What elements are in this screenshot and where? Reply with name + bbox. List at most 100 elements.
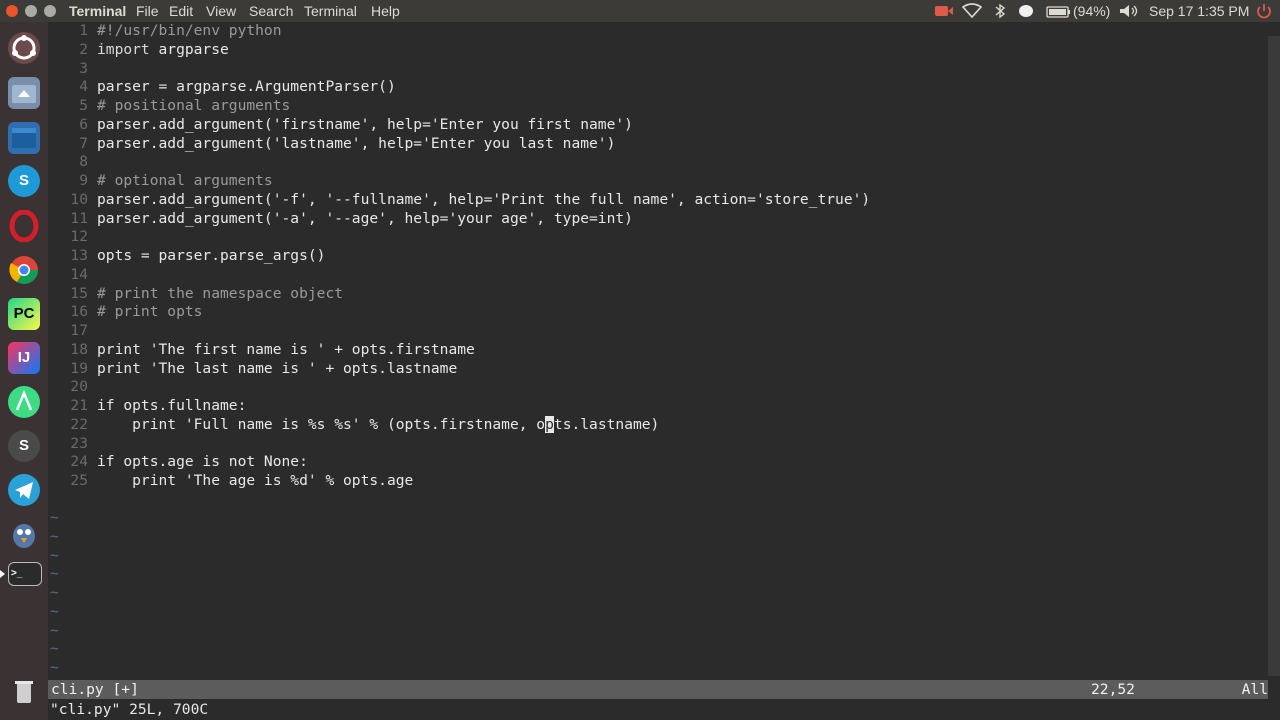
code-line[interactable]: 25 print 'The age is %d' % opts.age: [48, 472, 1260, 491]
code-line[interactable]: 12: [48, 228, 1260, 247]
bluetooth-icon[interactable]: [994, 3, 1006, 22]
code-line[interactable]: 7 parser.add_argument('lastname', help='E…: [48, 135, 1260, 154]
code-token: print 'The first name is ' + opts.firstn…: [97, 340, 475, 358]
code-token: print 'The age is %d' % opts.age: [97, 472, 414, 489]
notification-icon[interactable]: [1018, 4, 1034, 21]
code-token: # print the namespace object: [97, 284, 344, 302]
line-number: 25: [70, 472, 88, 489]
line-number: 18: [70, 340, 88, 358]
line-number: 24: [70, 453, 88, 471]
code-line[interactable]: 1 #!/usr/bin/env python: [48, 22, 1260, 41]
intellij-icon[interactable]: IJ: [8, 342, 40, 374]
chrome-icon[interactable]: [8, 254, 40, 286]
code-token: parser.add_argument('firstname', help='E…: [97, 115, 633, 133]
code-line[interactable]: 13 opts = parser.parse_args(): [48, 247, 1260, 266]
code-line[interactable]: 10 parser.add_argument('-f', '--fullname'…: [48, 191, 1260, 210]
window-maximize-button[interactable]: [44, 5, 56, 17]
line-source: import argparse: [97, 41, 229, 58]
code-line[interactable]: 5 # positional arguments: [48, 97, 1260, 116]
menu-terminal[interactable]: Terminal: [304, 3, 357, 19]
code-token: #!/usr/bin/env python: [97, 22, 282, 39]
active-app-indicator: [0, 570, 5, 578]
line-source: parser.add_argument('-f', '--fullname', …: [97, 191, 870, 208]
s-app-icon[interactable]: S: [8, 430, 40, 462]
code-token: parser.add_argument('-a', '--age', help=…: [97, 209, 633, 227]
code-line[interactable]: 22 print 'Full name is %s %s' % (opts.fi…: [48, 415, 1260, 435]
line-number: 16: [70, 303, 88, 321]
menu-view[interactable]: View: [206, 3, 236, 19]
code-line[interactable]: 15 # print the namespace object: [48, 285, 1260, 304]
workspace-switcher-icon[interactable]: [8, 122, 40, 154]
code-line[interactable]: 2 import argparse: [48, 41, 1260, 60]
code-token: parser.add_argument('lastname', help='En…: [97, 134, 616, 152]
status-scroll: All: [1241, 681, 1268, 698]
code-line[interactable]: 20: [48, 378, 1260, 397]
line-number: 12: [70, 228, 88, 246]
files-icon[interactable]: [8, 77, 40, 109]
menu-file[interactable]: File: [136, 3, 159, 19]
line-source: parser.add_argument('-a', '--age', help=…: [97, 210, 633, 227]
android-studio-icon[interactable]: [8, 386, 40, 418]
top-panel: Terminal File Edit View Search Terminal …: [0, 0, 1280, 22]
code-line[interactable]: 19 print 'The last name is ' + opts.lastn…: [48, 360, 1260, 379]
empty-line-tilde: ~: [50, 546, 59, 564]
code-line[interactable]: 4 parser = argparse.ArgumentParser(): [48, 78, 1260, 97]
code-line[interactable]: 21 if opts.fullname:: [48, 397, 1260, 416]
telegram-icon[interactable]: [8, 474, 40, 506]
menu-edit[interactable]: Edit: [169, 3, 193, 19]
launcher: S PC IJ S >_: [0, 22, 48, 720]
code-line[interactable]: 11 parser.add_argument('-a', '--age', hel…: [48, 210, 1260, 229]
code-line[interactable]: 16 # print opts: [48, 303, 1260, 322]
skype-icon[interactable]: S: [8, 165, 40, 197]
vim-buffer[interactable]: 1 #!/usr/bin/env python 2 import argparse 3 4…: [48, 22, 1260, 491]
code-line[interactable]: 6 parser.add_argument('firstname', help='…: [48, 116, 1260, 135]
code-line[interactable]: 14: [48, 266, 1260, 285]
trash-icon[interactable]: [8, 675, 40, 707]
line-number: 1: [79, 22, 88, 39]
code-line[interactable]: 9 # optional arguments: [48, 172, 1260, 191]
code-line[interactable]: 8: [48, 153, 1260, 172]
line-number: 17: [70, 322, 88, 339]
terminal-app-icon[interactable]: >_: [8, 562, 42, 586]
ubuntu-dash-icon[interactable]: [8, 32, 40, 64]
line-source: if opts.age is not None:: [97, 453, 308, 470]
menu-search[interactable]: Search: [249, 3, 293, 19]
code-line[interactable]: 23: [48, 435, 1260, 454]
code-line[interactable]: 18 print 'The first name is ' + opts.firs…: [48, 341, 1260, 360]
code-line[interactable]: 24 if opts.age is not None:: [48, 453, 1260, 472]
code-token: import: [97, 40, 150, 58]
terminal-window[interactable]: 1 #!/usr/bin/env python 2 import argparse 3 4…: [48, 22, 1280, 720]
app-menu-terminal[interactable]: Terminal: [69, 3, 126, 19]
code-token: parser.add_argument('-f', '--fullname', …: [97, 190, 871, 208]
line-source: # print opts: [97, 303, 202, 320]
pidgin-icon[interactable]: [8, 518, 40, 550]
line-number: 10: [70, 190, 88, 208]
code-line[interactable]: 17: [48, 322, 1260, 341]
vim-message-line: "cli.py" 25L, 700C: [50, 701, 209, 718]
line-source: print 'Full name is %s %s' % (opts.first…: [97, 415, 659, 433]
opera-icon[interactable]: [8, 209, 40, 243]
line-source: # optional arguments: [97, 172, 273, 189]
pycharm-icon[interactable]: PC: [8, 298, 40, 330]
camera-icon[interactable]: [934, 4, 954, 21]
terminal-scrollbar[interactable]: [1268, 36, 1280, 676]
battery-icon[interactable]: [1046, 5, 1072, 21]
status-filename: cli.py [+]: [51, 681, 139, 698]
wifi-icon[interactable]: [961, 3, 983, 22]
line-source: parser = argparse.ArgumentParser(): [97, 78, 396, 95]
empty-line-tilde: ~: [50, 565, 59, 583]
code-token: print 'Full name is %s %s' % (opts.first…: [97, 415, 546, 433]
volume-icon[interactable]: [1119, 4, 1139, 21]
status-cursor-position: 22,52: [1091, 681, 1135, 698]
menu-help[interactable]: Help: [371, 3, 400, 19]
line-source: print 'The first name is ' + opts.firstn…: [97, 341, 475, 358]
line-number: 21: [70, 397, 88, 414]
window-close-button[interactable]: [6, 5, 18, 17]
code-token: argparse: [149, 40, 229, 58]
power-icon[interactable]: [1256, 3, 1272, 22]
clock[interactable]: Sep 17 1:35 PM: [1149, 3, 1249, 19]
vim-statusline: cli.py [+] 22,52 All: [48, 680, 1268, 699]
line-number: 4: [79, 78, 88, 96]
code-line[interactable]: 3: [48, 60, 1260, 79]
window-minimize-button[interactable]: [25, 5, 37, 17]
